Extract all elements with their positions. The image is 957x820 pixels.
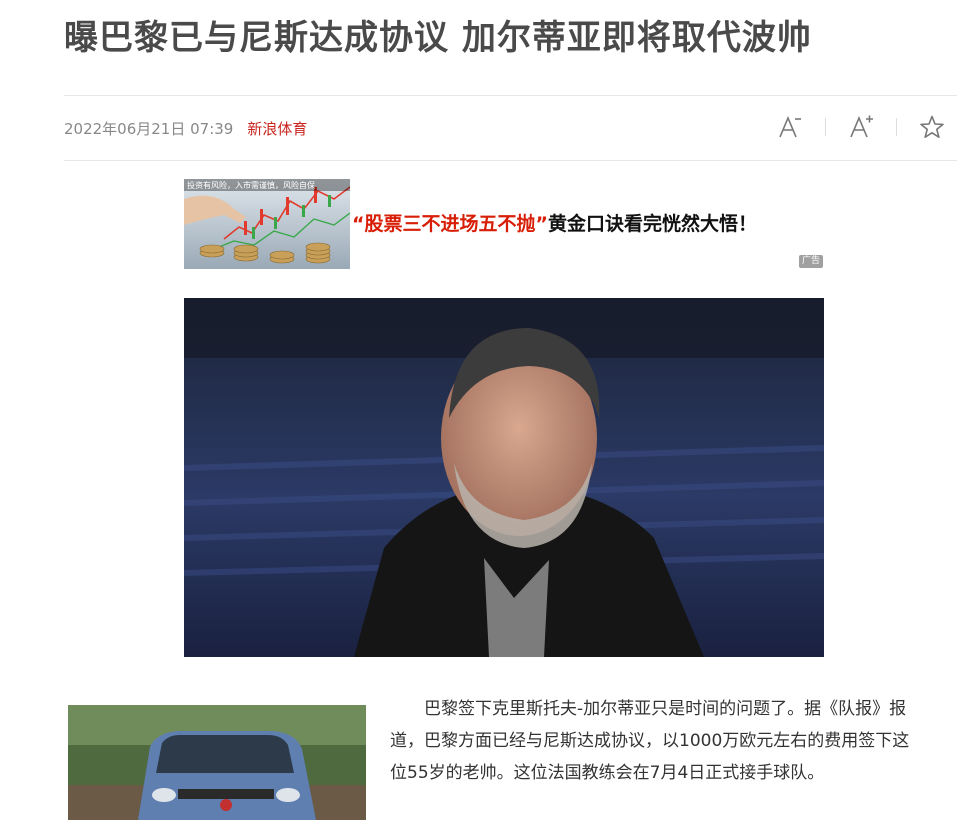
publish-date: 2022年06月21日 07:39 xyxy=(64,119,234,138)
ad-thumbnail: 投资有风险，入市需谨慎，风险自保 xyxy=(184,179,350,269)
favorite-button[interactable] xyxy=(915,112,949,142)
related-ad-image[interactable] xyxy=(68,705,366,820)
font-increase-button[interactable] xyxy=(844,112,878,142)
article-toolbar xyxy=(773,112,949,142)
font-decrease-icon xyxy=(779,115,801,138)
star-icon xyxy=(920,115,944,138)
toolbar-separator xyxy=(825,118,826,136)
divider xyxy=(64,95,957,96)
font-increase-icon xyxy=(850,115,873,138)
ad-headline[interactable]: “股票三不进场五不抛”黄金口诀看完恍然大悟！ xyxy=(352,209,757,236)
ad-headline-quote: “股票三不进场五不抛” xyxy=(352,213,548,235)
toolbar-separator xyxy=(896,118,897,136)
ad-badge: 广告 xyxy=(798,255,823,268)
article-title: 曝巴黎已与尼斯达成协议 加尔蒂亚即将取代波帅 xyxy=(64,18,812,58)
ad-banner[interactable]: 投资有风险，入市需谨慎，风险自保 “股票三不进场五不抛”黄金口诀看完恍然大悟！ … xyxy=(184,179,824,269)
article-meta: 2022年06月21日 07:39 新浪体育 xyxy=(64,116,307,140)
divider xyxy=(64,160,957,161)
ad-thumb-caption: 投资有风险，入市需谨慎，风险自保 xyxy=(187,180,315,190)
source-link[interactable]: 新浪体育 xyxy=(247,118,307,139)
article-photo xyxy=(184,298,824,657)
font-decrease-button[interactable] xyxy=(773,112,807,142)
article-paragraph: 巴黎签下克里斯托夫-加尔蒂亚只是时间的问题了。据《队报》报道，巴黎方面已经与尼斯… xyxy=(390,699,910,783)
ad-headline-rest: 黄金口诀看完恍然大悟！ xyxy=(547,213,757,235)
